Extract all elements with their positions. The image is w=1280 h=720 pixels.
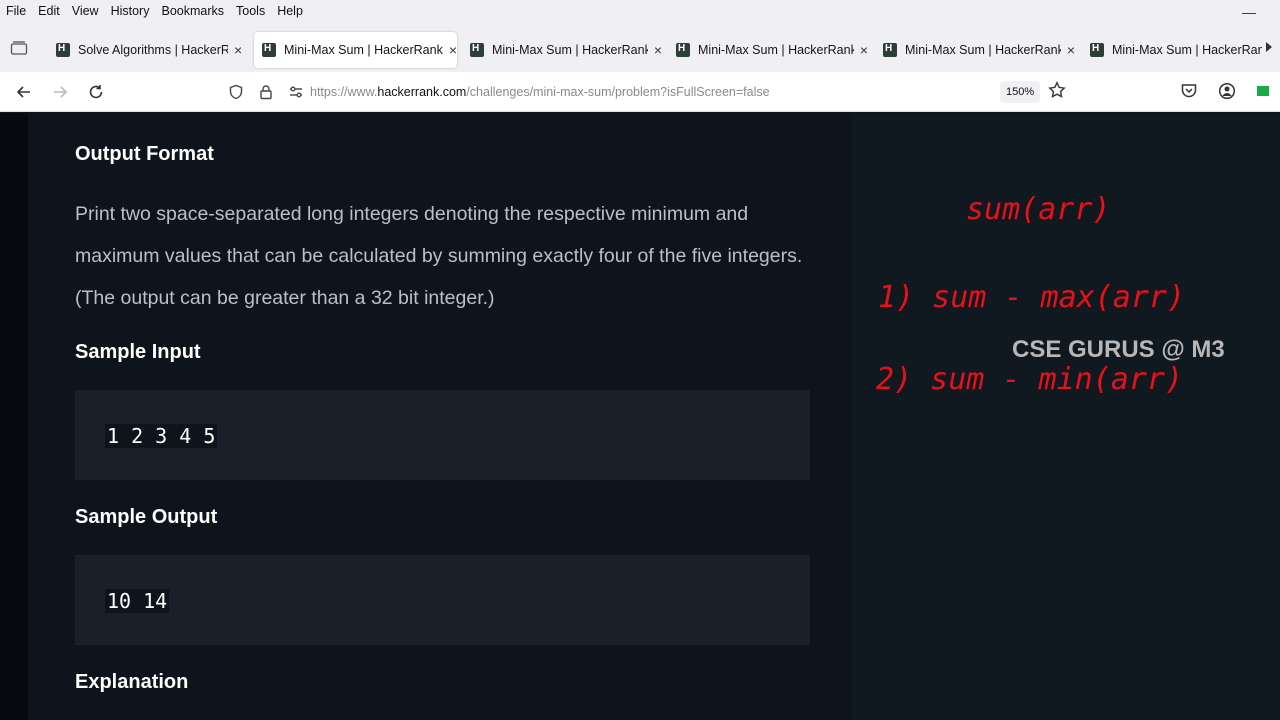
pocket-icon[interactable] [1180,82,1198,100]
hackerrank-favicon-icon [676,43,690,57]
menu-bookmarks[interactable]: Bookmarks [155,4,230,18]
menu-edit[interactable]: Edit [32,4,66,18]
lock-icon[interactable] [258,84,274,100]
arrow-right-icon [54,86,68,98]
reload-icon [89,85,103,99]
hackerrank-favicon-icon [56,43,70,57]
url-text[interactable]: https://www.hackerrank.com/challenges/mi… [310,85,770,99]
annotation-area: sum(arr) 1) sum - max(arr) 2) sum - min(… [852,113,1280,720]
zoom-level-button[interactable]: 150% [1000,81,1041,103]
close-icon[interactable]: × [449,42,457,58]
menu-tools[interactable]: Tools [230,4,271,18]
tab-6[interactable]: Mini-Max Sum | HackerRank [1082,32,1262,68]
menu-history[interactable]: History [105,4,156,18]
tab-title: Mini-Max Sum | HackerRank [905,43,1061,57]
output-format-text: Print two space-separated long integers … [75,203,803,309]
page-content: Output Format Print two space-separated … [0,113,1280,720]
hackerrank-favicon-icon [470,43,484,57]
hackerrank-favicon-icon [1090,43,1104,57]
tab-list-icon[interactable] [10,40,28,56]
url-security-icons [228,84,304,100]
permissions-icon[interactable] [288,84,304,100]
tab-4[interactable]: Mini-Max Sum | HackerRank × [668,32,868,68]
annotation-line-1: sum(arr) [966,192,1111,227]
explanation-heading: Explanation [75,671,189,693]
tab-1[interactable]: Solve Algorithms | HackerRa × [48,32,246,68]
menu-help[interactable]: Help [271,4,309,18]
sample-input-box: 1 2 3 4 5 [75,390,810,480]
extension-icon[interactable] [1256,84,1270,98]
tab-title: Mini-Max Sum | HackerRank [1112,43,1262,57]
sample-output-box: 10 14 [75,555,810,645]
url-path: /challenges/mini-max-sum/problem?isFullS… [466,85,770,99]
shield-icon[interactable] [228,84,244,100]
sample-output-heading: Sample Output [75,506,218,528]
tab-title: Mini-Max Sum | HackerRank [492,43,648,57]
tab-3[interactable]: Mini-Max Sum | HackerRank × [462,32,662,68]
close-icon[interactable]: × [1067,42,1075,58]
url-host: hackerrank.com [377,85,467,99]
close-icon[interactable]: × [860,42,868,58]
close-icon[interactable]: × [234,42,242,58]
url-bar[interactable]: https://www.hackerrank.com/challenges/mi… [220,78,1080,106]
back-button[interactable] [14,82,34,102]
sample-input-heading: Sample Input [75,341,201,363]
tab-title: Solve Algorithms | HackerRa [78,43,228,57]
menu-file[interactable]: File [0,4,32,18]
annotation-line-2: 1) sum - max(arr) [878,280,1185,315]
tab-2-active[interactable]: Mini-Max Sum | HackerRank × [254,32,457,68]
annotation-line-3: 2) sum - min(arr) [876,362,1183,397]
tab-strip: Solve Algorithms | HackerRa × Mini-Max S… [0,22,1280,72]
bookmark-star-icon[interactable] [1048,81,1066,99]
sample-input-code: 1 2 3 4 5 [105,424,218,448]
sample-output-code: 10 14 [105,589,170,613]
menu-bar: File Edit View History Bookmarks Tools H… [0,0,1280,22]
problem-panel: Output Format Print two space-separated … [28,113,852,720]
forward-button[interactable] [50,82,70,102]
reload-button[interactable] [86,82,106,102]
left-margin [0,113,28,720]
close-icon[interactable]: × [654,42,662,58]
arrow-left-icon [16,86,30,98]
watermark-text: CSE GURUS @ M3 [1012,336,1225,363]
tab-5[interactable]: Mini-Max Sum | HackerRank × [875,32,1075,68]
url-prefix: https://www. [310,85,378,99]
account-icon[interactable] [1218,82,1236,100]
navigation-bar: https://www.hackerrank.com/challenges/mi… [0,72,1280,112]
tab-overflow-icon[interactable] [1266,42,1272,52]
handwritten-annotations: sum(arr) 1) sum - max(arr) 2) sum - min(… [876,192,1185,397]
hackerrank-favicon-icon [883,43,897,57]
tab-title: Mini-Max Sum | HackerRank [698,43,854,57]
tab-title: Mini-Max Sum | HackerRank [284,43,443,57]
output-format-heading: Output Format [75,143,214,165]
minimize-icon[interactable]: — [1242,4,1256,20]
toolbar-right [1180,82,1270,100]
hackerrank-favicon-icon [262,43,276,57]
menu-view[interactable]: View [66,4,105,18]
